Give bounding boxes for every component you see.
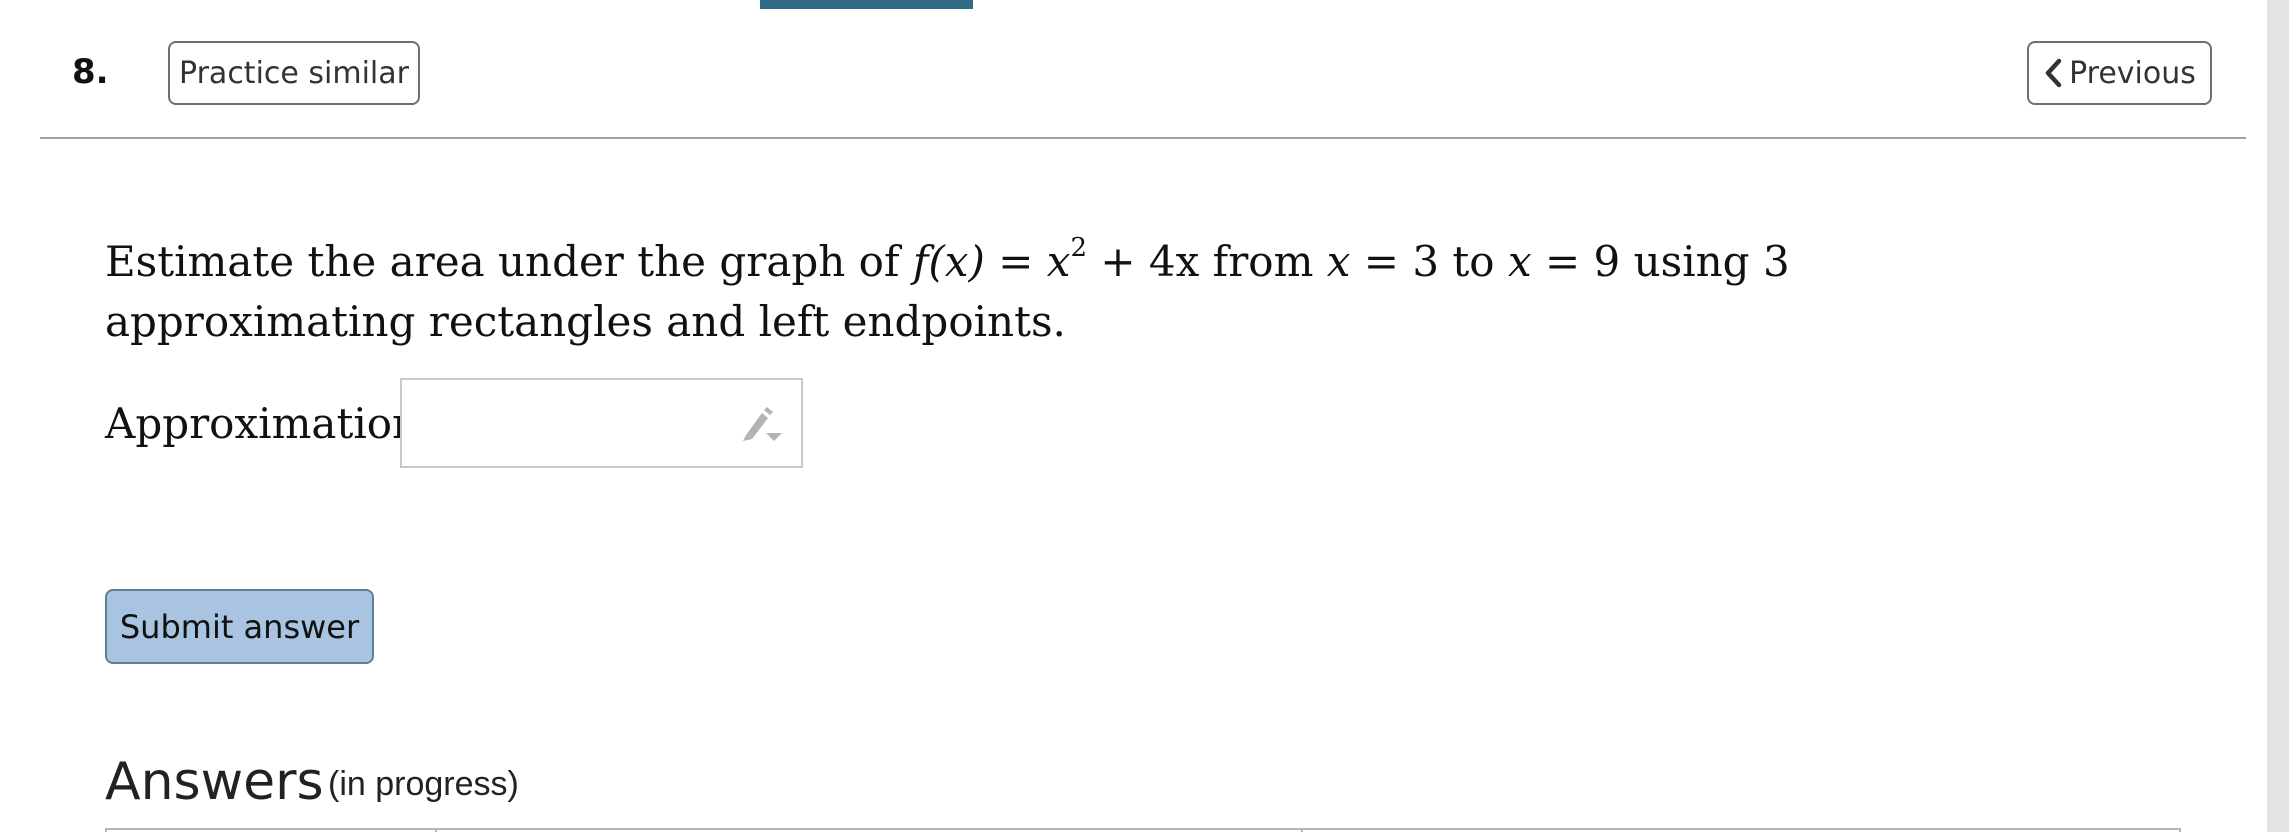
to-text: to [1439, 237, 1508, 286]
problem-statement: Estimate the area under the graph of f(x… [105, 233, 1790, 346]
previous-label: Previous [2069, 55, 2196, 91]
statement-text-post: approximating rectangles and left endpoi… [105, 297, 1066, 346]
submit-answer-label: Submit answer [119, 607, 360, 646]
pencil-icon[interactable] [740, 405, 784, 445]
upper-bound-value: = 9 [1531, 237, 1621, 286]
function-exponent: 2 [1070, 233, 1087, 263]
answers-table [105, 828, 2181, 832]
function-lhs: f(x) [912, 237, 985, 286]
chevron-left-icon [2043, 56, 2065, 90]
function-rest: + 4x [1087, 237, 1200, 286]
page: 8. Practice similar Previous Estimate th… [0, 0, 2289, 832]
lower-bound-value: = 3 [1350, 237, 1440, 286]
function-base: x [1046, 237, 1071, 286]
answers-heading: Answers [105, 752, 324, 812]
previous-button[interactable]: Previous [2027, 41, 2212, 105]
scrollbar[interactable] [2267, 0, 2289, 832]
using-text: using [1620, 237, 1763, 286]
from-text: from [1199, 237, 1327, 286]
practice-similar-button[interactable]: Practice similar [168, 41, 420, 105]
upper-bound-var: x [1507, 237, 1532, 286]
submit-answer-button[interactable]: Submit answer [105, 589, 374, 664]
practice-similar-label: Practice similar [179, 55, 409, 91]
question-number: 8. [72, 52, 109, 92]
header-divider [40, 137, 2246, 139]
statement-text-pre: Estimate the area under the graph of [105, 237, 913, 286]
answers-status: (in progress) [328, 765, 519, 803]
top-accent-bar [760, 0, 973, 9]
rectangle-count: 3 [1762, 237, 1790, 286]
lower-bound-var: x [1326, 237, 1351, 286]
